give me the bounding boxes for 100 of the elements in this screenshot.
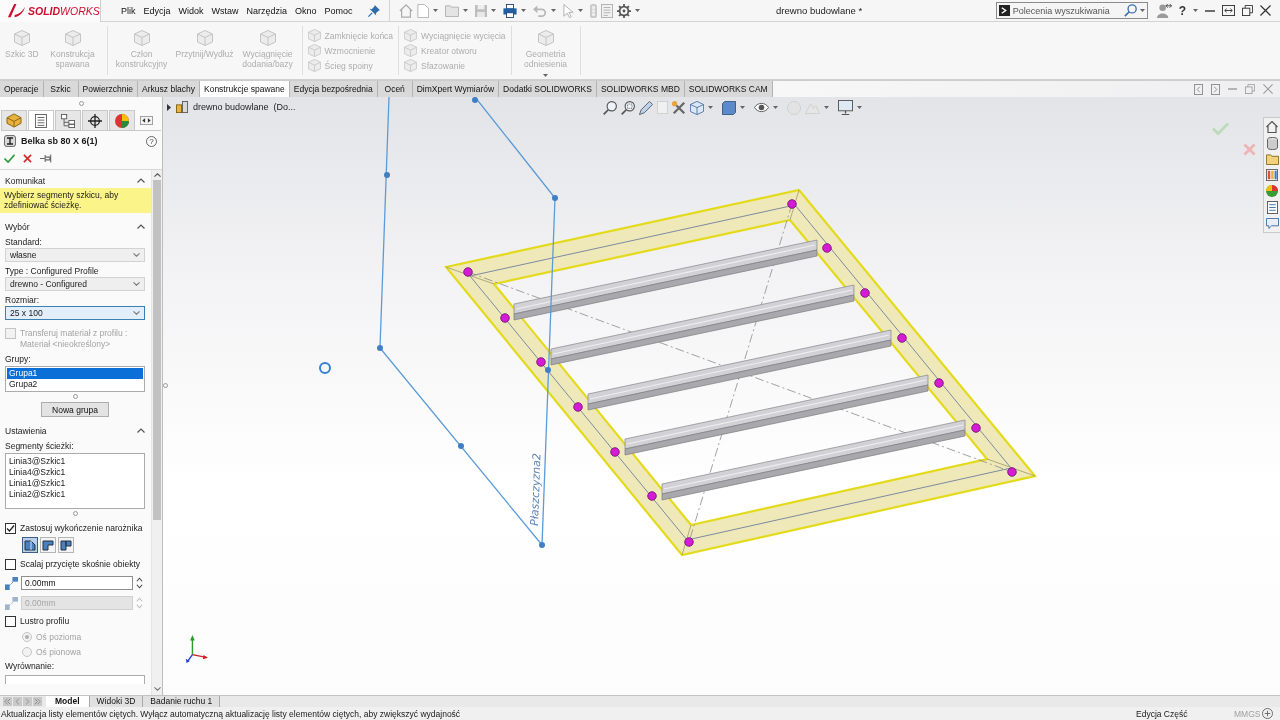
- tab[interactable]: Dodatki SOLIDWORKS: [499, 81, 597, 97]
- pencil-icon[interactable]: [639, 100, 653, 115]
- user-icon[interactable]: [1156, 3, 1172, 18]
- corner-option-icon[interactable]: [58, 537, 74, 553]
- caret-icon[interactable]: [824, 106, 829, 109]
- cylinder-icon[interactable]: [1266, 137, 1278, 150]
- tab[interactable]: Szkic: [43, 81, 79, 97]
- menu-item[interactable]: Widok: [175, 3, 207, 18]
- expand-arrow-icon[interactable]: [167, 103, 171, 111]
- caret-icon[interactable]: [462, 9, 468, 12]
- caret-icon[interactable]: [432, 9, 438, 12]
- checkbox[interactable]: [5, 616, 16, 627]
- magnifier-icon[interactable]: [621, 100, 635, 115]
- scroll-down-icon[interactable]: [153, 687, 161, 691]
- tab[interactable]: DimXpert Wymiarów: [412, 81, 500, 97]
- grip-icon[interactable]: [163, 383, 168, 388]
- grip-icon[interactable]: [78, 100, 84, 106]
- tab[interactable]: Operacje: [0, 81, 44, 97]
- caret-icon[interactable]: [490, 9, 496, 12]
- dropdown[interactable]: własne: [5, 248, 145, 262]
- grip-icon[interactable]: [72, 393, 78, 399]
- list-item[interactable]: Grupa2: [7, 379, 143, 390]
- input-field[interactable]: [5, 675, 145, 684]
- menu-item[interactable]: Edycja: [140, 3, 174, 18]
- caret-icon[interactable]: [1139, 9, 1145, 12]
- scrollbar-thumb[interactable]: [153, 180, 161, 520]
- corner-option-icon[interactable]: [40, 537, 56, 553]
- spin-arrows-icon[interactable]: [136, 577, 143, 589]
- caret-icon[interactable]: [708, 106, 713, 109]
- number-field[interactable]: 0.00mm: [21, 576, 133, 590]
- window-arrows-icon[interactable]: [1222, 5, 1235, 16]
- panel-tab[interactable]: [82, 110, 108, 130]
- monitor-icon[interactable]: [838, 100, 853, 115]
- eye-icon[interactable]: [754, 102, 769, 113]
- right-arrow-icon[interactable]: [1211, 83, 1220, 95]
- plus-circle-icon[interactable]: [1262, 708, 1273, 719]
- menu-item[interactable]: Narzędzia: [243, 3, 291, 18]
- new-group-button[interactable]: Nowa grupa: [41, 402, 109, 417]
- tab[interactable]: Edycja bezpośrednia: [289, 81, 378, 97]
- menu-item[interactable]: Okno: [292, 3, 320, 18]
- tab[interactable]: Arkusz blachy: [138, 81, 200, 97]
- tree-item[interactable]: drewno budowlane (Do...: [193, 102, 296, 112]
- caret-icon[interactable]: [577, 9, 583, 12]
- help-button[interactable]: ?: [1178, 4, 1186, 17]
- settings-icon[interactable]: [616, 3, 631, 18]
- collapse-caret-icon[interactable]: [137, 428, 145, 433]
- menu-item[interactable]: Wstaw: [208, 3, 242, 18]
- search-icon[interactable]: [1123, 4, 1137, 17]
- chat-bubble-icon[interactable]: [1265, 218, 1279, 229]
- tab[interactable]: Oceń: [377, 81, 413, 97]
- menu-item[interactable]: Pomoc: [321, 3, 356, 18]
- bookshelf-icon[interactable]: [1266, 169, 1278, 181]
- printer-icon[interactable]: [502, 3, 517, 18]
- list-item[interactable]: Linia4@Szkic1: [7, 467, 143, 478]
- caret-icon[interactable]: [773, 106, 778, 109]
- caret-icon[interactable]: [1193, 9, 1198, 12]
- scrollbar[interactable]: [151, 170, 162, 695]
- collapse-caret-icon[interactable]: [137, 224, 145, 229]
- search-field[interactable]: Polecenia wyszukiwania: [995, 2, 1148, 19]
- restore-icon[interactable]: [1242, 5, 1253, 16]
- caret-icon[interactable]: [550, 9, 556, 12]
- caret-icon[interactable]: [857, 106, 862, 109]
- tab[interactable]: Powierzchnie: [78, 81, 139, 97]
- dropdown[interactable]: 25 x 100: [5, 306, 145, 320]
- crossed-tools-icon[interactable]: [672, 100, 686, 115]
- cancel-icon[interactable]: [23, 153, 32, 163]
- check-icon[interactable]: [4, 153, 15, 163]
- caret-icon[interactable]: [520, 9, 526, 12]
- panel-tab[interactable]: [55, 110, 81, 130]
- house-icon[interactable]: [1266, 121, 1278, 133]
- scroll-arrows-icon[interactable]: [140, 115, 153, 125]
- list-item[interactable]: Linia3@Szkic1: [7, 456, 143, 467]
- corner-option-icon[interactable]: [22, 537, 38, 553]
- close-icon[interactable]: [1260, 5, 1271, 16]
- cube-icon[interactable]: [690, 100, 704, 115]
- checkbox[interactable]: [5, 559, 16, 570]
- dropdown[interactable]: drewno - Configured: [5, 277, 145, 291]
- pin-icon[interactable]: [40, 153, 52, 163]
- scroll-up-icon[interactable]: [153, 173, 161, 177]
- magnifier-icon[interactable]: [603, 100, 617, 115]
- left-arrow-icon[interactable]: [1194, 83, 1203, 95]
- caret-icon[interactable]: [634, 9, 640, 12]
- list-item[interactable]: Linia1@Szkic1: [7, 478, 143, 489]
- tab[interactable]: SOLIDWORKS CAM: [684, 81, 773, 97]
- list-item[interactable]: Linia2@Szkic1: [7, 489, 143, 500]
- minimize-icon[interactable]: [1205, 9, 1215, 12]
- caret-icon[interactable]: [740, 106, 745, 109]
- pin-icon[interactable]: [367, 4, 380, 17]
- tab[interactable]: Konstrukcje spawane: [200, 81, 290, 97]
- grip-icon[interactable]: [72, 510, 78, 516]
- panel-tab[interactable]: [28, 110, 54, 130]
- folder-icon[interactable]: [1265, 154, 1279, 165]
- box-icon[interactable]: [722, 100, 736, 115]
- list-item[interactable]: Grupa1: [7, 368, 143, 379]
- checkbox[interactable]: [5, 523, 16, 534]
- tab[interactable]: SOLIDWORKS MBD: [596, 81, 685, 97]
- list-icon[interactable]: [1266, 201, 1278, 214]
- menu-item[interactable]: Plik: [118, 3, 139, 18]
- sphere-icon[interactable]: [1266, 185, 1278, 197]
- collapse-caret-icon[interactable]: [137, 178, 145, 183]
